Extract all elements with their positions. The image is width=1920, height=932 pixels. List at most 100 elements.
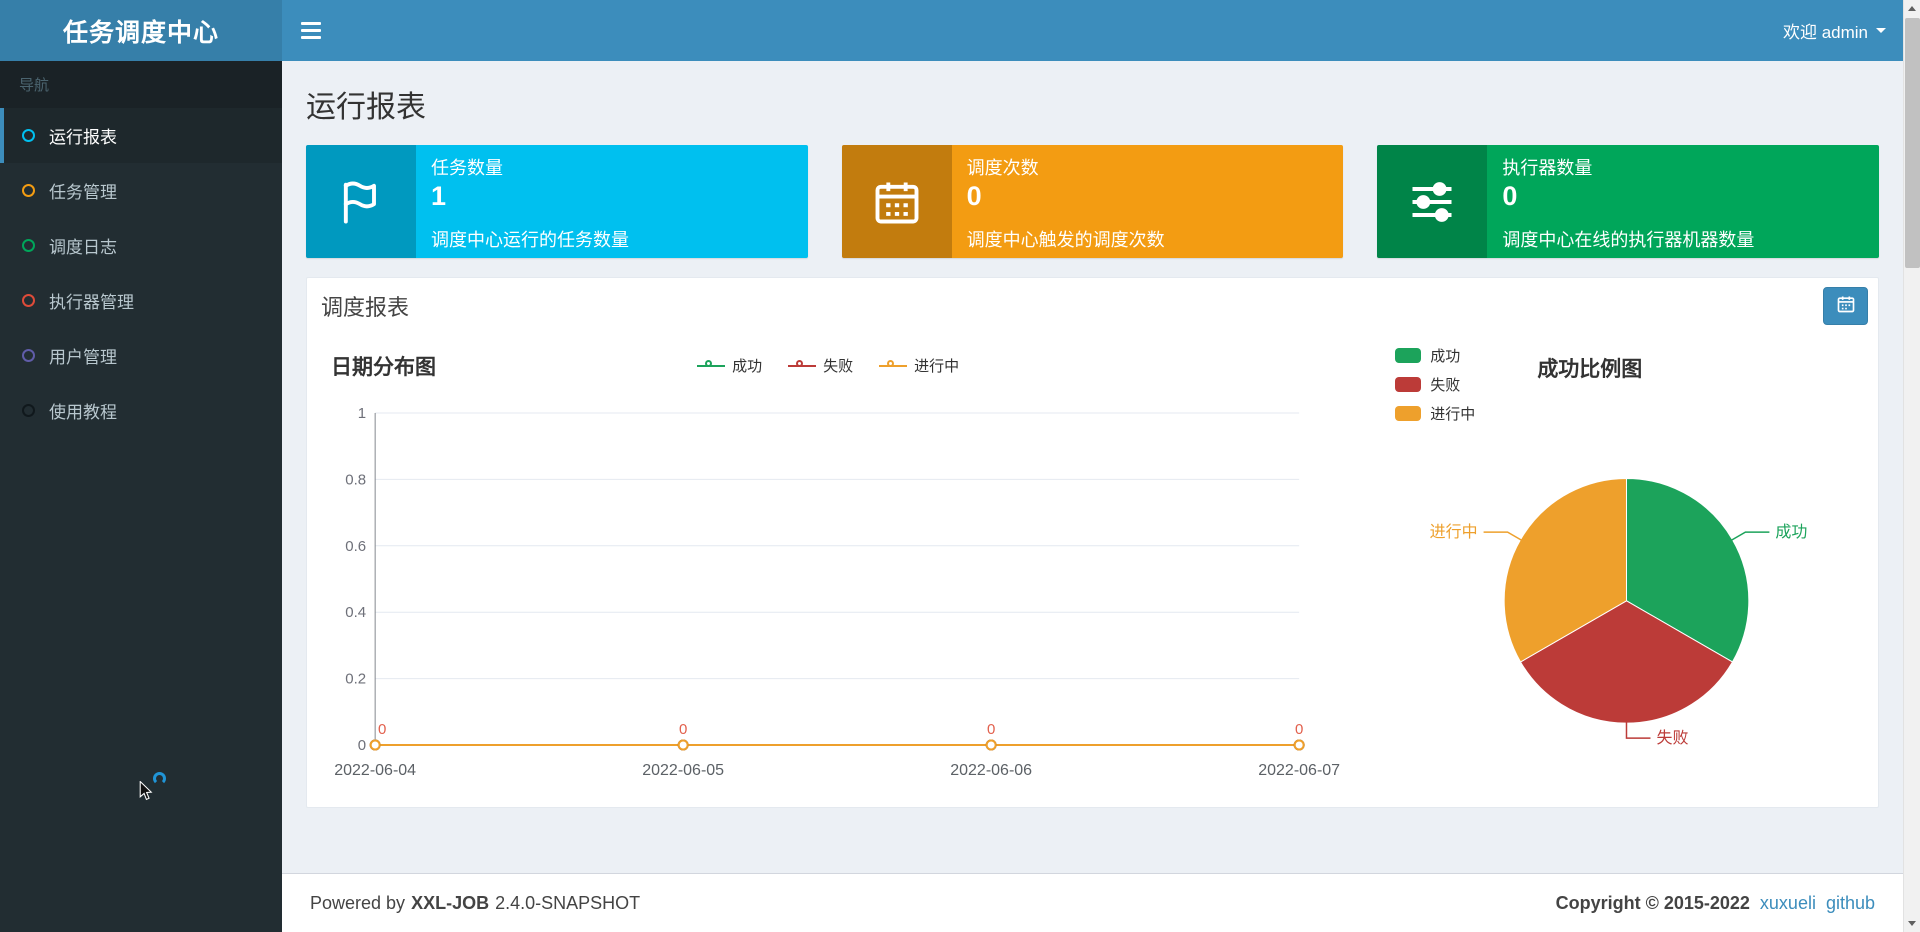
legend-item-进行中[interactable]: 进行中 [1395,403,1475,424]
info-box-title: 调度次数 [967,154,1329,180]
xuxueli-link[interactable]: xuxueli [1760,893,1816,914]
welcome-text: 欢迎 admin [1783,18,1868,43]
scroll-up-button[interactable] [1904,0,1920,17]
svg-text:2022-06-04: 2022-06-04 [334,762,416,779]
sidebar-item-用户管理[interactable]: 用户管理 [0,328,282,383]
legend-item-进行中[interactable]: 进行中 [879,355,959,376]
info-box-content: 执行器数量0 调度中心在线的执行器机器数量 [1487,145,1879,258]
sidebar-toggle-button[interactable] [282,0,340,61]
info-box-content: 调度次数0调度中心触发的调度次数 [952,145,1344,258]
legend-label: 失败 [1430,374,1460,395]
info-box-description: 调度中心在线的执行器机器数量 [1502,226,1864,252]
legend-label: 进行中 [1430,403,1475,424]
legend-item-失败[interactable]: 失败 [788,355,853,376]
hamburger-icon [301,22,321,25]
line-marker-icon [788,360,816,372]
svg-text:2022-06-07: 2022-06-07 [1258,762,1340,779]
caret-down-icon [1876,28,1886,33]
circle-icon [22,129,35,142]
sidebar-item-label: 执行器管理 [49,288,134,313]
user-menu[interactable]: 欢迎 admin [1763,0,1920,61]
powered-by: Powered by XXL-JOB 2.4.0-SNAPSHOT [310,893,640,914]
svg-text:2022-06-05: 2022-06-05 [642,762,724,779]
svg-text:0.8: 0.8 [345,471,366,488]
circle-icon [22,184,35,197]
brand-name: XXL-JOB [411,893,489,914]
content-area: 运行报表 任务数量1调度中心运行的任务数量调度次数0调度中心触发的调度次数执行器… [282,61,1903,873]
footer: Powered by XXL-JOB 2.4.0-SNAPSHOT Copyri… [282,873,1903,932]
info-box-content: 任务数量1调度中心运行的任务数量 [416,145,808,258]
info-box-value: 0 [1502,181,1864,212]
pie-chart: 成功失败进行中 [1341,424,1870,764]
info-box-title: 任务数量 [431,154,793,180]
svg-text:0.4: 0.4 [345,604,366,621]
sidebar-item-运行报表[interactable]: 运行报表 [0,108,282,163]
info-box-执行器数量: 执行器数量0 调度中心在线的执行器机器数量 [1377,145,1879,258]
circle-icon [22,294,35,307]
sidebar-item-执行器管理[interactable]: 执行器管理 [0,273,282,328]
legend-item-成功[interactable]: 成功 [697,355,762,376]
circle-icon [22,404,35,417]
svg-text:0.2: 0.2 [345,671,366,688]
line-chart: 0 0.2 0.4 0.6 0.8 1 2022-06-04 2022-06-05 2022-0… [315,389,1341,789]
info-box-value: 1 [431,181,793,212]
sidebar-section-label: 导航 [0,61,282,108]
legend-label: 成功 [732,355,762,376]
svg-text:成功: 成功 [1776,523,1808,541]
legend-item-成功[interactable]: 成功 [1395,345,1475,366]
sidebar-item-使用教程[interactable]: 使用教程 [0,383,282,438]
line-chart-legend: 成功 失败 进行中 [315,345,1341,376]
copyright-text: Copyright © 2015-2022 [1556,893,1750,914]
sidebar-item-label: 用户管理 [49,343,117,368]
svg-text:0: 0 [378,721,386,738]
legend-swatch-icon [1395,377,1421,392]
mouse-cursor [136,781,156,806]
svg-text:0: 0 [987,721,995,738]
legend-item-失败[interactable]: 失败 [1395,374,1475,395]
triangle-up-icon [1908,6,1916,11]
calendar-icon [842,145,952,258]
svg-text:0: 0 [679,721,687,738]
svg-text:0.6: 0.6 [345,538,366,555]
sidebar-item-调度日志[interactable]: 调度日志 [0,218,282,273]
sidebar-item-label: 任务管理 [49,178,117,203]
info-box-description: 调度中心触发的调度次数 [967,226,1329,252]
scrollbar-thumb[interactable] [1905,18,1920,268]
info-box-title: 执行器数量 [1502,154,1864,180]
svg-text:0: 0 [1295,721,1303,738]
sidebar-item-label: 调度日志 [49,233,117,258]
sidebar-item-label: 运行报表 [49,123,117,148]
legend-label: 成功 [1430,345,1460,366]
report-panel-title: 调度报表 [321,290,409,322]
info-boxes-row: 任务数量1调度中心运行的任务数量 调度次数0调度中心触发的调度次数 执行器数量0 调度… [306,145,1879,258]
info-box-任务数量: 任务数量1调度中心运行的任务数量 [306,145,808,258]
app-title: 任务调度中心 [63,13,219,49]
svg-text:1: 1 [358,405,366,422]
page-title: 运行报表 [306,82,1903,126]
svg-text:失败: 失败 [1657,729,1689,747]
svg-text:2022-06-06: 2022-06-06 [950,762,1032,779]
pie-chart-legend: 成功失败进行中 [1395,345,1475,424]
brand-version: 2.4.0-SNAPSHOT [495,893,640,914]
github-link[interactable]: github [1826,893,1875,914]
app-root: 任务调度中心 欢迎 admin 导航 运行报表任务管理调度日志执行器管理用户管理… [0,0,1920,932]
calendar-icon [1836,294,1856,317]
vertical-scrollbar[interactable] [1903,0,1920,932]
scroll-down-button[interactable] [1904,915,1920,932]
legend-swatch-icon [1395,348,1421,363]
sidebar-item-label: 使用教程 [49,398,117,423]
circle-icon [22,239,35,252]
report-panel-body: 日期分布图 成功失败进行中 00.20.40.60.812022-06-0420… [307,333,1878,807]
app-logo[interactable]: 任务调度中心 [0,0,282,61]
svg-text:0: 0 [358,737,366,754]
sidebar-menu: 运行报表任务管理调度日志执行器管理用户管理使用教程 [0,108,282,438]
powered-prefix: Powered by [310,893,405,914]
line-chart-section: 日期分布图 成功失败进行中 00.20.40.60.812022-06-0420… [315,339,1341,789]
line-marker-icon [697,360,725,372]
legend-swatch-icon [1395,406,1421,421]
sidebar-item-任务管理[interactable]: 任务管理 [0,163,282,218]
top-navbar: 欢迎 admin [282,0,1920,61]
legend-label: 失败 [823,355,853,376]
date-filter-button[interactable] [1823,287,1868,325]
triangle-down-icon [1908,921,1916,926]
